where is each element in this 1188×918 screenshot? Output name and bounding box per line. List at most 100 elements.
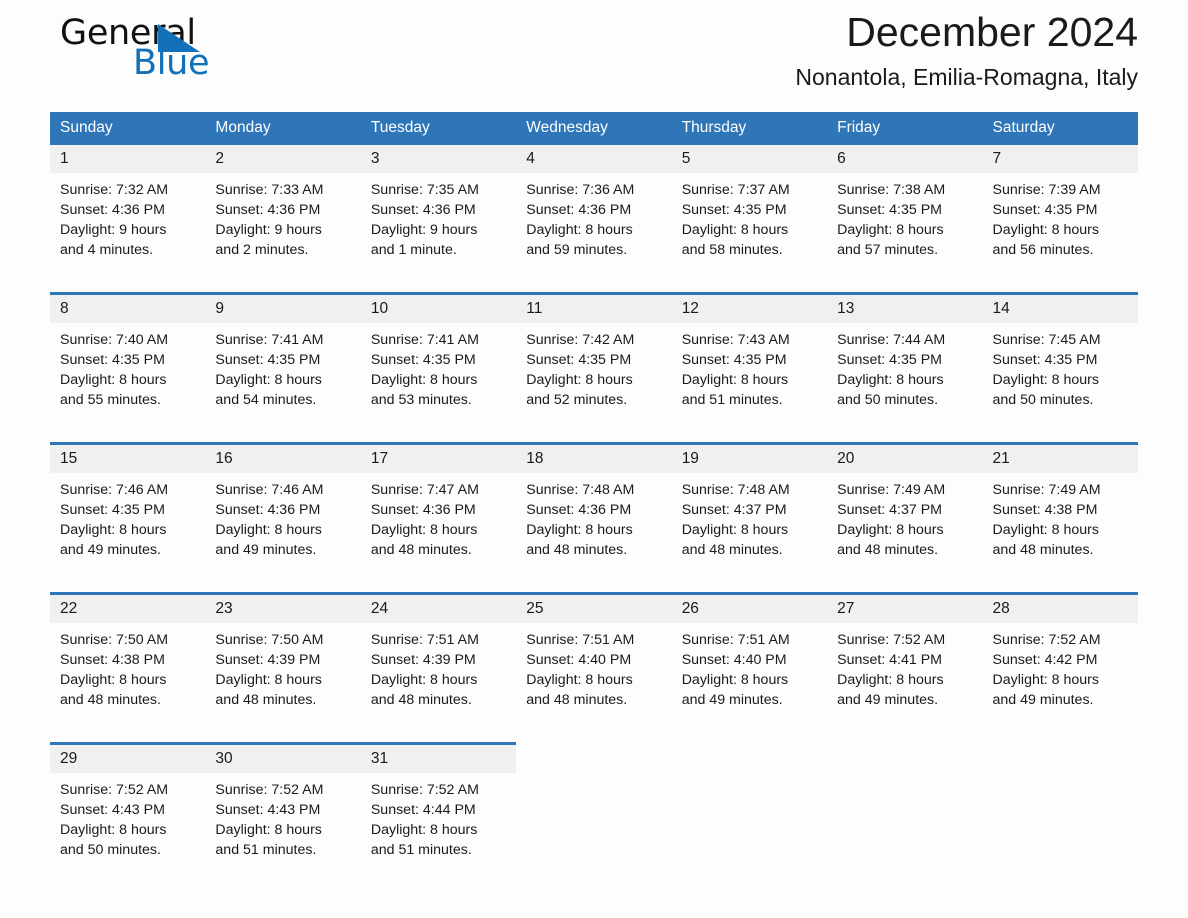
day-details: Sunrise: 7:52 AM Sunset: 4:42 PM Daylight:…	[983, 623, 1138, 710]
daylight-duration-line2: and 49 minutes.	[681, 692, 783, 708]
page-header: General Blue December 2024 Nonantola, Em…	[50, 0, 1138, 112]
day-details: Sunrise: 7:45 AM Sunset: 4:35 PM Daylight:…	[983, 323, 1138, 410]
calendar-day-cell[interactable]: 9 Sunrise: 7:41 AM Sunset: 4:35 PM Daylight…	[205, 292, 361, 427]
calendar-day-cell[interactable]: 31 Sunrise: 7:52 AM Sunset: 4:44 PM Dayligh…	[360, 742, 517, 877]
calendar-day-cell[interactable]: 15 Sunrise: 7:46 AM Sunset: 4:35 PM Dayligh…	[50, 442, 206, 577]
daylight-duration-line2: and 49 minutes.	[992, 692, 1094, 708]
week-spacer-cell	[50, 727, 1138, 744]
calendar-day-cell[interactable]: 8 Sunrise: 7:40 AM Sunset: 4:35 PM Daylight…	[50, 292, 206, 427]
calendar-day-cell[interactable]: 7 Sunrise: 7:39 AM Sunset: 4:35 PM Daylight…	[982, 145, 1138, 277]
sunrise-time: Sunrise: 7:37 AM	[681, 182, 790, 198]
daylight-duration-line1: Daylight: 8 hours	[526, 372, 633, 388]
daylight-duration-line1: Daylight: 8 hours	[992, 672, 1099, 688]
daylight-duration-line2: and 48 minutes.	[837, 542, 939, 558]
sunset-time: Sunset: 4:36 PM	[215, 202, 321, 218]
daylight-duration-line2: and 49 minutes.	[60, 542, 161, 558]
calendar-day-cell[interactable]: 24 Sunrise: 7:51 AM Sunset: 4:39 PM Dayligh…	[360, 592, 517, 727]
day-number: 26	[671, 595, 828, 623]
day-details: Sunrise: 7:46 AM Sunset: 4:35 PM Daylight:…	[50, 473, 205, 560]
day-details: Sunrise: 7:41 AM Sunset: 4:35 PM Daylight:…	[205, 323, 360, 410]
calendar-day-cell[interactable]: 27 Sunrise: 7:52 AM Sunset: 4:41 PM Dayligh…	[827, 592, 983, 727]
sunrise-time: Sunrise: 7:48 AM	[681, 482, 790, 498]
day-details: Sunrise: 7:52 AM Sunset: 4:43 PM Daylight:…	[50, 773, 205, 860]
sunrise-time: Sunrise: 7:51 AM	[370, 632, 479, 648]
daylight-duration-line2: and 52 minutes.	[526, 392, 628, 408]
sunrise-time: Sunrise: 7:51 AM	[681, 632, 790, 648]
calendar-day-cell[interactable]: 5 Sunrise: 7:37 AM Sunset: 4:35 PM Daylight…	[671, 145, 828, 277]
calendar-day-cell[interactable]: 11 Sunrise: 7:42 AM Sunset: 4:35 PM Dayligh…	[516, 292, 672, 427]
calendar-day-cell[interactable]: 26 Sunrise: 7:51 AM Sunset: 4:40 PM Dayligh…	[671, 592, 828, 727]
sunset-time: Sunset: 4:35 PM	[60, 352, 165, 368]
sunrise-time: Sunrise: 7:35 AM	[370, 182, 479, 198]
title-block: December 2024 Nonantola, Emilia-Romagna,…	[795, 6, 1138, 94]
calendar-day-cell[interactable]: 29 Sunrise: 7:52 AM Sunset: 4:43 PM Dayligh…	[50, 742, 206, 877]
sunset-time: Sunset: 4:35 PM	[526, 352, 632, 368]
calendar-week-row: 8 Sunrise: 7:40 AM Sunset: 4:35 PM Daylight…	[50, 292, 1138, 427]
day-number: 22	[50, 595, 206, 623]
calendar-day-cell-empty	[672, 744, 827, 878]
calendar-day-cell[interactable]: 30 Sunrise: 7:52 AM Sunset: 4:43 PM Dayligh…	[205, 742, 361, 877]
sunrise-time: Sunrise: 7:41 AM	[215, 332, 324, 348]
day-details: Sunrise: 7:41 AM Sunset: 4:35 PM Daylight:…	[361, 323, 516, 410]
calendar-day-cell[interactable]: 18 Sunrise: 7:48 AM Sunset: 4:36 PM Dayligh…	[516, 442, 672, 577]
day-number: 29	[50, 745, 206, 773]
weekday-header-friday: Friday	[827, 112, 983, 145]
calendar-day-cell-empty	[516, 744, 671, 878]
sunrise-time: Sunrise: 7:48 AM	[526, 482, 635, 498]
sunrise-time: Sunrise: 7:43 AM	[681, 332, 790, 348]
calendar-day-cell[interactable]: 22 Sunrise: 7:50 AM Sunset: 4:38 PM Dayligh…	[50, 592, 206, 727]
day-details: Sunrise: 7:47 AM Sunset: 4:36 PM Daylight:…	[361, 473, 516, 560]
calendar-day-cell[interactable]: 17 Sunrise: 7:47 AM Sunset: 4:36 PM Dayligh…	[360, 442, 517, 577]
calendar-day-cell[interactable]: 1 Sunrise: 7:32 AM Sunset: 4:36 PM Daylight…	[50, 145, 206, 277]
week-spacer-cell	[50, 277, 1138, 294]
sunrise-time: Sunrise: 7:49 AM	[837, 482, 946, 498]
daylight-duration-line2: and 58 minutes.	[681, 242, 783, 258]
calendar-day-cell[interactable]: 12 Sunrise: 7:43 AM Sunset: 4:35 PM Dayligh…	[671, 292, 828, 427]
calendar-day-cell[interactable]: 4 Sunrise: 7:36 AM Sunset: 4:36 PM Daylight…	[516, 145, 672, 277]
day-number: 11	[516, 295, 672, 323]
daylight-duration-line1: Daylight: 8 hours	[992, 522, 1099, 538]
sunrise-time: Sunrise: 7:36 AM	[526, 182, 635, 198]
calendar-day-cell[interactable]: 19 Sunrise: 7:48 AM Sunset: 4:37 PM Dayligh…	[671, 442, 828, 577]
sunset-time: Sunset: 4:35 PM	[992, 352, 1098, 368]
sunset-time: Sunset: 4:36 PM	[60, 202, 165, 218]
day-details: Sunrise: 7:49 AM Sunset: 4:38 PM Daylight:…	[983, 473, 1138, 560]
day-number: 30	[205, 745, 361, 773]
day-number	[827, 744, 982, 772]
sunrise-time: Sunrise: 7:52 AM	[837, 632, 946, 648]
calendar-day-cell[interactable]: 21 Sunrise: 7:49 AM Sunset: 4:38 PM Dayligh…	[982, 442, 1138, 577]
calendar-day-cell[interactable]: 25 Sunrise: 7:51 AM Sunset: 4:40 PM Dayligh…	[516, 592, 672, 727]
day-number: 3	[360, 145, 517, 173]
sunrise-time: Sunrise: 7:45 AM	[992, 332, 1101, 348]
general-blue-logo[interactable]: General Blue	[60, 14, 280, 90]
calendar-week-row: 22 Sunrise: 7:50 AM Sunset: 4:38 PM Dayligh…	[50, 592, 1138, 727]
daylight-duration-line2: and 4 minutes.	[60, 242, 154, 258]
weekday-header-tuesday: Tuesday	[360, 112, 517, 145]
calendar-day-cell[interactable]: 14 Sunrise: 7:45 AM Sunset: 4:35 PM Dayligh…	[982, 292, 1138, 427]
daylight-duration-line2: and 59 minutes.	[526, 242, 628, 258]
calendar-day-cell[interactable]: 20 Sunrise: 7:49 AM Sunset: 4:37 PM Dayligh…	[827, 442, 983, 577]
calendar-day-cell[interactable]: 28 Sunrise: 7:52 AM Sunset: 4:42 PM Dayligh…	[982, 592, 1138, 727]
daylight-duration-line1: Daylight: 8 hours	[370, 672, 478, 688]
calendar-day-cell[interactable]: 10 Sunrise: 7:41 AM Sunset: 4:35 PM Dayligh…	[360, 292, 517, 427]
sunset-time: Sunset: 4:35 PM	[370, 352, 476, 368]
calendar-week-row: 15 Sunrise: 7:46 AM Sunset: 4:35 PM Dayligh…	[50, 442, 1138, 577]
sunset-time: Sunset: 4:35 PM	[992, 202, 1098, 218]
day-number: 5	[671, 145, 828, 173]
calendar-day-cell[interactable]: 2 Sunrise: 7:33 AM Sunset: 4:36 PM Daylight…	[205, 145, 361, 277]
sunrise-time: Sunrise: 7:41 AM	[370, 332, 479, 348]
calendar-day-cell[interactable]: 16 Sunrise: 7:46 AM Sunset: 4:36 PM Dayligh…	[205, 442, 361, 577]
daylight-duration-line1: Daylight: 8 hours	[837, 222, 944, 238]
calendar-day-cell[interactable]: 23 Sunrise: 7:50 AM Sunset: 4:39 PM Dayligh…	[205, 592, 361, 727]
sunrise-time: Sunrise: 7:38 AM	[837, 182, 946, 198]
daylight-duration-line1: Daylight: 8 hours	[681, 222, 789, 238]
sunrise-time: Sunrise: 7:47 AM	[370, 482, 479, 498]
calendar-day-cell[interactable]: 13 Sunrise: 7:44 AM Sunset: 4:35 PM Dayligh…	[827, 292, 983, 427]
calendar-day-cell[interactable]: 3 Sunrise: 7:35 AM Sunset: 4:36 PM Daylight…	[360, 145, 517, 277]
daylight-duration-line1: Daylight: 8 hours	[215, 822, 322, 838]
daylight-duration-line2: and 55 minutes.	[60, 392, 161, 408]
weekday-header-saturday: Saturday	[982, 112, 1138, 145]
sunset-time: Sunset: 4:36 PM	[215, 502, 321, 518]
calendar-day-cell[interactable]: 6 Sunrise: 7:38 AM Sunset: 4:35 PM Daylight…	[827, 145, 983, 277]
daylight-duration-line2: and 48 minutes.	[370, 542, 472, 558]
